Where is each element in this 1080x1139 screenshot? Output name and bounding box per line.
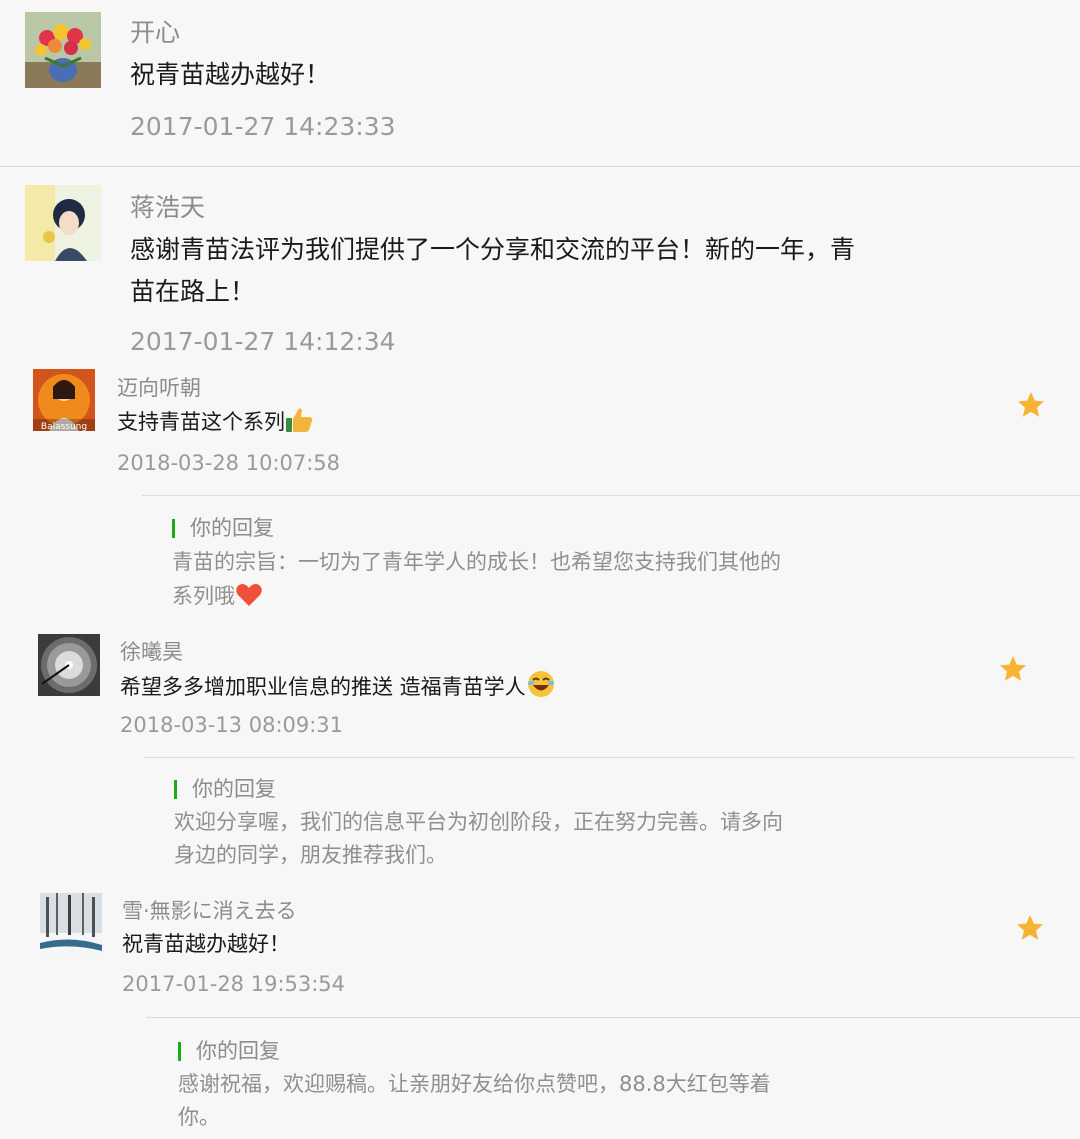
reply-text-line-1: 青苗的宗旨：一切为了青年学人的成长！也希望您支持我们其他的 [172,550,781,574]
comment-text-row: 支持青苗这个系列 [117,407,313,441]
comment-text: 希望多多增加职业信息的推送 造福青苗学人 [120,675,526,699]
reply-text-line-2: 系列哦 [172,584,235,608]
divider [142,495,1080,496]
commenter-name: 开心 [130,18,181,47]
comment-text-line-1: 感谢青苗法评为我们提供了一个分享和交流的平台！新的一年，青 [130,235,856,264]
commenter-name: 徐曦昊 [120,640,183,664]
avatar[interactable] [25,12,101,88]
star-icon[interactable] [1015,913,1045,943]
divider [144,757,1074,758]
reply-bar [172,519,175,538]
reply-text-line-1: 欢迎分享喔，我们的信息平台为初创阶段，正在努力完善。请多向 [174,810,783,834]
avatar[interactable] [25,185,101,261]
reply-block: 你的回复 感谢祝福，欢迎赐稿。让亲朋好友给你点赞吧，88.8大红包等着 你。 [176,1033,1056,1137]
reply-label: 你的回复 [190,516,274,540]
reply-label: 你的回复 [196,1039,280,1063]
comment-time: 2018-03-13 08:09:31 [120,713,344,737]
reply-text-line-2: 你。 [178,1105,220,1129]
reply-text-row-2: 系列哦 [172,581,263,615]
comment-text: 祝青苗越办越好！ [130,60,331,89]
comment-time: 2017-01-27 14:23:33 [130,112,396,141]
reply-block: 你的回复 青苗的宗旨：一切为了青年学人的成长！也希望您支持我们其他的 系列哦 [170,510,1050,620]
reply-bar [174,780,177,799]
thumbs-up-emoji [285,407,313,441]
divider [146,1017,1080,1018]
comment-time: 2018-03-28 10:07:58 [117,451,341,475]
reply-block: 你的回复 欢迎分享喔，我们的信息平台为初创阶段，正在努力完善。请多向 身边的同学… [172,771,1052,881]
avatar[interactable] [40,893,102,955]
comment-time: 2017-01-28 19:53:54 [122,972,346,996]
comment-text: 祝青苗越办越好！ [122,932,290,956]
star-icon[interactable] [1016,390,1046,420]
comment-text-line-2: 苗在路上！ [130,277,256,306]
reply-bar [178,1042,181,1061]
comment-text: 支持青苗这个系列 [117,410,285,434]
comment-list-page: { "comments": [ { "name": "开心", "content… [0,0,1080,1139]
commenter-name: 蒋浩天 [130,193,206,222]
commenter-name: 雪·無影に消え去る [122,899,297,923]
comment-item: 开心 祝青苗越办越好！ 2017-01-27 14:23:33 [0,0,1080,165]
commenter-name: 迈向听朝 [117,376,201,400]
avatar-text: Balassung [41,422,87,431]
star-icon[interactable] [998,654,1028,684]
avatar[interactable] [38,634,100,696]
avatar[interactable]: Balassung [33,369,95,431]
reply-label: 你的回复 [192,777,276,801]
comment-time: 2017-01-27 14:12:34 [130,327,396,356]
comment-item: Balassung 迈向听朝 支持青苗这个系列 2018-03-28 10:07… [0,360,1080,625]
comment-item: 雪·無影に消え去る 祝青苗越办越好！ 2017-01-28 19:53:54 你… [0,887,1080,1139]
laughing-emoji [526,670,556,706]
comment-text-row: 希望多多增加职业信息的推送 造福青苗学人 [120,670,556,706]
reply-text-line-1: 感谢祝福，欢迎赐稿。让亲朋好友给你点赞吧，88.8大红包等着 [178,1072,771,1096]
heart-emoji [235,583,263,615]
reply-text-line-2: 身边的同学，朋友推荐我们。 [174,843,447,867]
comment-item: 徐曦昊 希望多多增加职业信息的推送 造福青苗学人 2018-03-13 08:0… [0,625,1080,887]
comment-item: 蒋浩天 感谢青苗法评为我们提供了一个分享和交流的平台！新的一年，青 苗在路上！ … [0,167,1080,357]
